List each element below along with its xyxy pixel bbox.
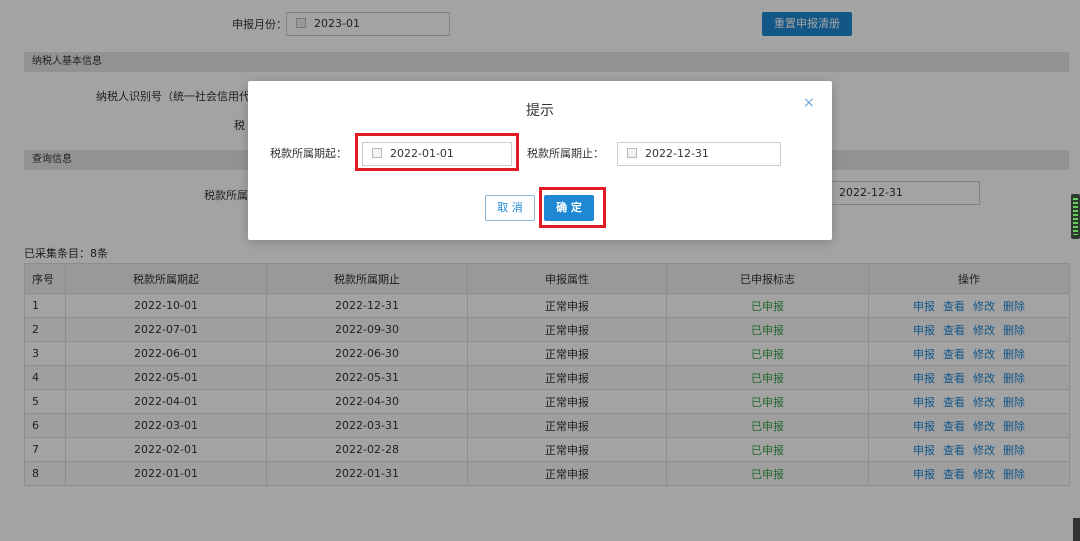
side-widget-bottom[interactable] [1073,518,1080,541]
close-icon[interactable]: × [803,95,815,111]
highlight-box-confirm [539,187,606,228]
cancel-button[interactable]: 取 消 [485,195,535,221]
period-start-label: 税款所属期起： [270,147,347,160]
side-widget[interactable] [1071,194,1080,239]
prompt-dialog: 提示 × 税款所属期起： 2022-01-01 税款所属期止： 2022-12-… [248,81,832,240]
period-end-value: 2022-12-31 [645,147,709,160]
signal-bars-icon [1073,198,1078,235]
period-end-label: 税款所属期止： [527,147,604,160]
highlight-box-start [355,133,519,171]
period-end-input[interactable]: 2022-12-31 [617,142,781,166]
calendar-icon [627,148,637,158]
dialog-title: 提示 [526,103,554,119]
